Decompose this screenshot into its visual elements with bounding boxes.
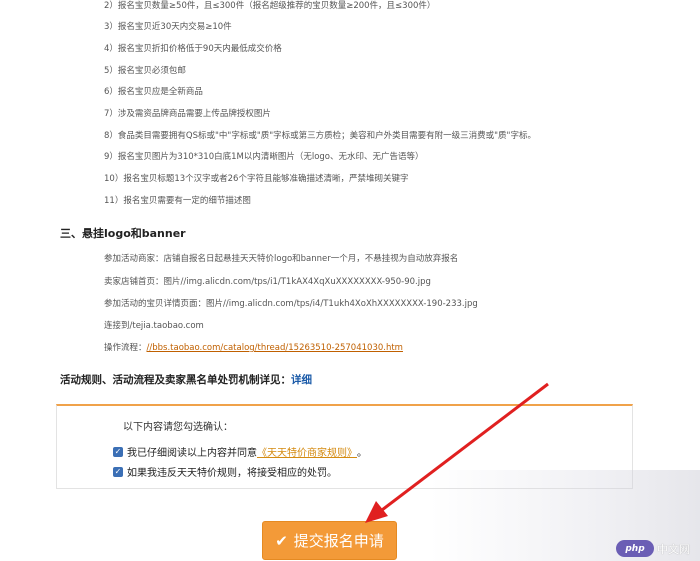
arrow-head xyxy=(365,501,388,523)
arrow-shaft xyxy=(381,382,549,512)
php-logo-icon: php xyxy=(616,540,654,557)
watermark-text: 中文网 xyxy=(657,542,690,556)
annotation-arrow-icon xyxy=(365,382,549,523)
php-cn-watermark: php 中文网 xyxy=(616,540,690,557)
